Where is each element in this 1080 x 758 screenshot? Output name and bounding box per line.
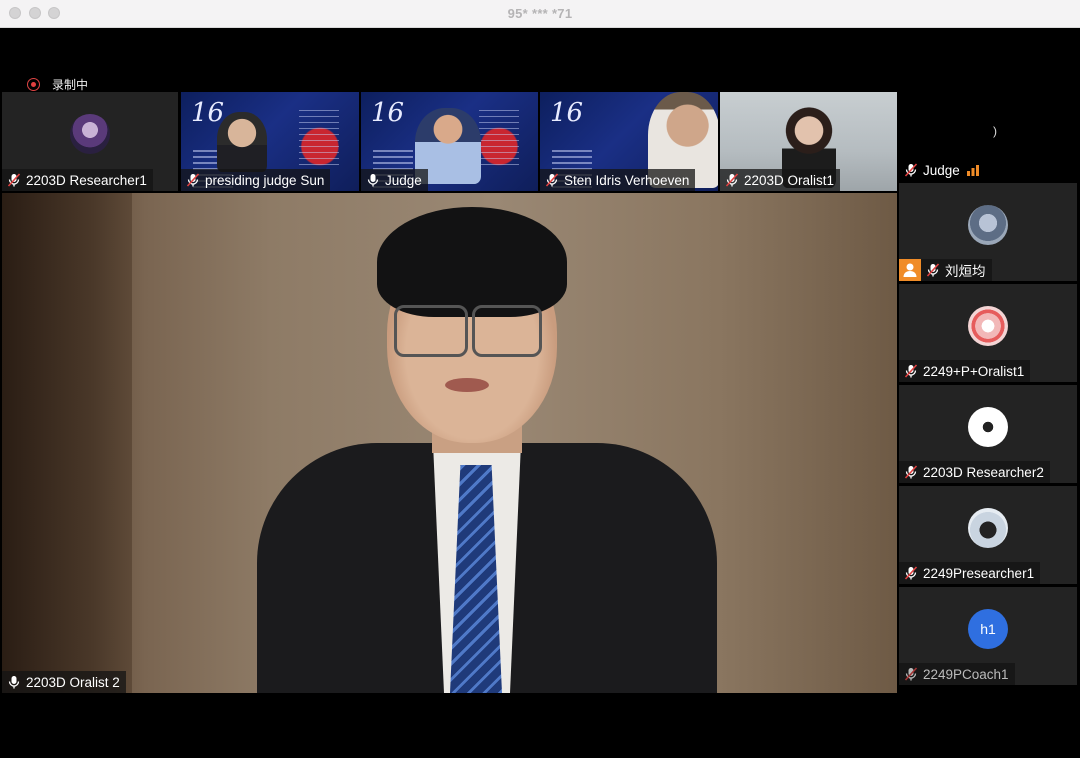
- speaker-hair: [377, 207, 567, 317]
- conference-logo: 16: [191, 98, 225, 128]
- participant-name: 2203D Oralist1: [744, 172, 835, 188]
- participant-name-tag: 2203D Researcher1: [2, 169, 153, 191]
- mic-muted-icon: [186, 173, 200, 187]
- sidebar-tile-researcher2[interactable]: 2203D Researcher2: [899, 385, 1077, 483]
- avatar: [968, 306, 1008, 346]
- participant-name: 2203D Oralist 2: [26, 674, 120, 690]
- slide-text-block: [299, 110, 339, 170]
- participant-name: 2249PCoach1: [923, 666, 1009, 682]
- video-tile-oralist1[interactable]: 2203D Oralist1: [720, 92, 897, 191]
- sidebar-tile-pcoach1[interactable]: h1 2249PCoach1: [899, 587, 1077, 685]
- mic-muted-icon: [926, 263, 940, 277]
- participant-name-tag: Judge: [361, 169, 428, 191]
- participant-name-tag: 2249+P+Oralist1: [899, 360, 1031, 382]
- mic-muted-icon: [904, 566, 918, 580]
- sidebar-tile-liu[interactable]: 刘烜均: [899, 183, 1077, 281]
- mic-icon: [367, 174, 379, 187]
- mic-muted-icon: [904, 364, 918, 378]
- mic-muted-icon: [545, 173, 559, 187]
- participant-name-tag: 刘烜均: [899, 259, 992, 281]
- speaker-glasses-right: [472, 305, 542, 357]
- video-tile-presiding-judge[interactable]: 16 presiding judge Sun: [181, 92, 359, 191]
- participant-name: Judge: [385, 172, 422, 188]
- participant-name: presiding judge Sun: [205, 172, 325, 188]
- mic-muted-icon: [904, 163, 918, 177]
- speaker-mouth: [445, 378, 489, 392]
- participant-name: 2203D Researcher1: [26, 172, 147, 188]
- participant-name: 2249Presearcher1: [923, 565, 1035, 581]
- participant-name-tag: 2203D Researcher2: [899, 461, 1050, 483]
- avatar: [968, 407, 1008, 447]
- participant-name: 2249+P+Oralist1: [923, 363, 1025, 379]
- participant-name: 2203D Researcher2: [923, 464, 1044, 480]
- partial-text: ): [993, 124, 997, 138]
- initials-avatar: h1: [968, 609, 1008, 649]
- window-title-bar: 95* *** *71: [0, 0, 1080, 28]
- video-tile-judge[interactable]: 16 Judge: [361, 92, 538, 191]
- sidebar-tile-oralist1[interactable]: 2249+P+Oralist1: [899, 284, 1077, 382]
- mic-muted-icon: [7, 173, 21, 187]
- mic-muted-icon: [725, 173, 739, 187]
- mic-icon: [8, 676, 20, 689]
- background-wall-panel: [2, 193, 132, 693]
- mic-muted-icon: [904, 465, 918, 479]
- participant-name-tag: 2203D Oralist 2: [2, 671, 126, 693]
- participant-name-tag: 2249Presearcher1: [899, 562, 1041, 584]
- participant-name-tag: Sten Idris Verhoeven: [540, 169, 696, 191]
- window-title: 95* *** *71: [507, 6, 573, 21]
- participant-name-tag: presiding judge Sun: [181, 169, 331, 191]
- video-tile-sten-verhoeven[interactable]: 16 Sten Idris Verhoeven: [540, 92, 718, 191]
- mic-muted-icon: [904, 667, 918, 681]
- conference-logo: 16: [371, 98, 405, 128]
- recording-icon: [27, 78, 40, 91]
- participant-name: Sten Idris Verhoeven: [564, 172, 690, 188]
- conference-logo: 16: [550, 98, 584, 128]
- slide-text-block: [479, 110, 519, 170]
- participant-video: [217, 112, 267, 172]
- main-speaker-video[interactable]: 2203D Oralist 2: [2, 193, 897, 693]
- avatar: [70, 114, 110, 154]
- participant-name-tag: Judge: [899, 159, 986, 181]
- signal-strength-icon: [966, 165, 979, 176]
- avatar: [968, 205, 1008, 245]
- sidebar-tile-presearcher1[interactable]: 2249Presearcher1: [899, 486, 1077, 584]
- recording-label: 录制中: [52, 78, 89, 92]
- host-badge-icon: [899, 259, 921, 281]
- recording-indicator[interactable]: 录制中: [27, 76, 88, 93]
- participant-name-tag: 2249PCoach1: [899, 663, 1015, 685]
- sidebar-tile-judge[interactable]: ) Judge: [899, 92, 1077, 181]
- avatar: [968, 508, 1008, 548]
- video-tile-researcher1[interactable]: 2203D Researcher1: [2, 92, 178, 191]
- participant-name: 刘烜均: [945, 264, 986, 279]
- speaker-glasses-left: [394, 305, 468, 357]
- participant-name: Judge: [923, 162, 960, 178]
- participant-name-tag: 2203D Oralist1: [720, 169, 841, 191]
